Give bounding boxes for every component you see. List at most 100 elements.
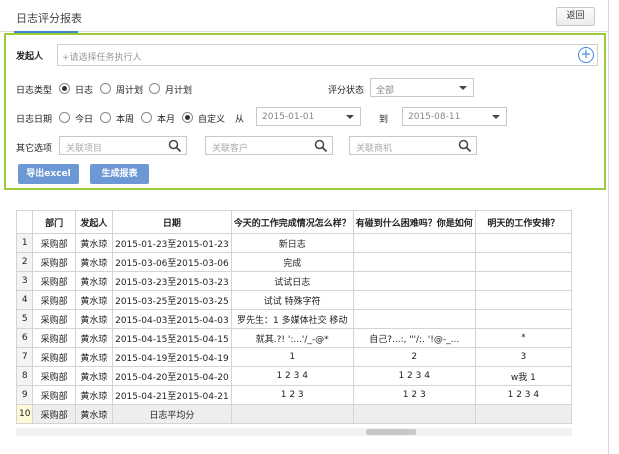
report-table: 部门 发起人 日期 今天的工作完成情况怎么样？ 有碰到什么困难吗？你是如何 明天… [16, 210, 572, 424]
table-row[interactable]: 7 采购部 黄水琼 2015-04-19至2015-04-19 1 2 3 [16, 347, 572, 367]
search-icon[interactable] [458, 139, 472, 153]
score-status-select[interactable]: 全部 [370, 78, 474, 97]
table-row[interactable]: 6 采购部 黄水琼 2015-04-15至2015-04-15 就其.?! ':...'… [16, 328, 572, 348]
table-cell: 2015-04-21至2015-04-21 [112, 385, 232, 405]
table-row[interactable]: 8 采购部 黄水琼 2015-04-20至2015-04-20 1 2 3 41 2 3… [16, 366, 572, 386]
table-cell: 黄水琼 [74, 233, 114, 253]
date-option-custom[interactable]: 自定义 [198, 112, 225, 125]
date-from-value: 2015-01-01 [262, 112, 315, 122]
table-cell [352, 252, 476, 272]
column-header[interactable]: 部门 [32, 210, 76, 234]
table-cell: 2015-04-03至2015-04-03 [112, 309, 232, 329]
table-cell [352, 290, 476, 310]
date-option-month[interactable]: 本月 [157, 112, 175, 125]
table-cell: 2015-04-19至2015-04-19 [112, 347, 232, 367]
table-row[interactable]: 3 采购部 黄水琼 2015-03-23至2015-03-23 试试日志 [16, 271, 572, 291]
log-type-option-daily[interactable]: 日志 [75, 83, 93, 96]
log-date-label: 日志日期 [16, 115, 53, 125]
opportunity-search-input[interactable]: 关联商机 [349, 136, 477, 155]
table-cell [352, 309, 476, 329]
row-number: 6 [16, 328, 34, 348]
table-cell [352, 404, 476, 424]
table-cell: 完成 [230, 252, 354, 272]
opportunity-placeholder: 关联商机 [356, 144, 393, 154]
date-to-select[interactable]: 2015-08-11 [402, 107, 507, 126]
table-cell: 1 2 3 4 [474, 385, 572, 405]
table-row[interactable]: 9 采购部 黄水琼 2015-04-21至2015-04-21 1 2 31 2 31 … [16, 385, 572, 405]
search-icon[interactable] [314, 139, 328, 153]
customer-search-input[interactable]: 关联客户 [205, 136, 333, 155]
table-row[interactable]: 2 采购部 黄水琼 2015-03-06至2015-03-06 完成 [16, 252, 572, 272]
column-header[interactable]: 日期 [112, 210, 232, 234]
header-divider [0, 31, 608, 32]
date-radio-month[interactable] [141, 112, 152, 123]
horizontal-scrollbar-thumb[interactable] [366, 429, 416, 435]
date-radio-custom[interactable] [182, 112, 193, 123]
table-cell [352, 271, 476, 291]
table-cell: 黄水琼 [74, 328, 114, 348]
date-radio-today[interactable] [59, 112, 70, 123]
initiator-label: 发起人 [16, 52, 44, 62]
table-cell [352, 233, 476, 253]
table-cell: w我 1 [474, 366, 572, 386]
row-number: 3 [16, 271, 34, 291]
table-cell: 试试日志 [230, 271, 354, 291]
column-header [16, 210, 34, 234]
table-cell: 采购部 [32, 252, 76, 272]
date-from-select[interactable]: 2015-01-01 [256, 107, 361, 126]
chevron-down-icon [492, 115, 500, 119]
table-row[interactable]: 1 采购部 黄水琼 2015-01-23至2015-01-23 新日志 [16, 233, 572, 253]
right-border [608, 0, 609, 454]
date-option-today[interactable]: 今日 [75, 112, 93, 125]
export-excel-button[interactable]: 导出excel [18, 164, 79, 184]
table-cell: 自己?...:, "'/:. '!@-_... [352, 328, 476, 348]
column-header[interactable]: 有碰到什么困难吗？你是如何 [352, 210, 476, 234]
horizontal-scrollbar[interactable] [16, 428, 572, 436]
log-type-option-weekly[interactable]: 周计划 [116, 83, 143, 96]
table-cell: 采购部 [32, 328, 76, 348]
table-summary-row[interactable]: 10 采购部 黄水琼 日志平均分 [16, 404, 572, 424]
table-cell [230, 404, 354, 424]
chevron-down-icon [459, 86, 467, 90]
table-cell: 采购部 [32, 233, 76, 253]
table-cell: 1 2 3 4 [230, 366, 354, 386]
table-cell: 采购部 [32, 404, 76, 424]
project-search-input[interactable]: 关联项目 [59, 136, 187, 155]
table-cell: 2015-03-23至2015-03-23 [112, 271, 232, 291]
table-cell: 采购部 [32, 271, 76, 291]
log-type-option-monthly[interactable]: 月计划 [165, 83, 192, 96]
table-cell: 2 [352, 347, 476, 367]
log-type-radio-monthly[interactable] [149, 83, 160, 94]
table-cell: 2015-01-23至2015-01-23 [112, 233, 232, 253]
table-cell: 1 [230, 347, 354, 367]
initiator-input[interactable]: +请选择任务执行人 + [57, 44, 598, 66]
row-number: 1 [16, 233, 34, 253]
row-number: 2 [16, 252, 34, 272]
date-radio-week[interactable] [100, 112, 111, 123]
table-row[interactable]: 5 采购部 黄水琼 2015-04-03至2015-04-03 罗先生：1 多媒体社交 … [16, 309, 572, 329]
table-cell: 2015-03-06至2015-03-06 [112, 252, 232, 272]
search-icon[interactable] [168, 139, 182, 153]
column-header[interactable]: 发起人 [74, 210, 114, 234]
log-type-radio-weekly[interactable] [100, 83, 111, 94]
add-initiator-plus-icon[interactable]: + [578, 47, 594, 63]
score-status-value: 全部 [376, 86, 395, 96]
table-cell [474, 309, 572, 329]
customer-placeholder: 关联客户 [212, 144, 249, 154]
table-cell: 3 [474, 347, 572, 367]
table-cell: 黄水琼 [74, 385, 114, 405]
log-type-radio-daily[interactable] [59, 83, 70, 94]
back-button[interactable]: 返回 [556, 7, 595, 26]
date-to-value: 2015-08-11 [408, 112, 461, 122]
row-number: 10 [16, 404, 34, 424]
table-cell: 日志平均分 [112, 404, 232, 424]
column-header[interactable]: 明天的工作安排？ [474, 210, 572, 234]
table-cell: 采购部 [32, 366, 76, 386]
table-cell: 黄水琼 [74, 252, 114, 272]
filter-panel: 发起人 +请选择任务执行人 + 日志类型 日志 周计划 月计划 评分状态 全部 … [4, 33, 606, 190]
score-status-label: 评分状态 [328, 86, 365, 96]
date-option-week[interactable]: 本周 [116, 112, 134, 125]
generate-report-button[interactable]: 生成报表 [90, 164, 149, 184]
table-row[interactable]: 4 采购部 黄水琼 2015-03-25至2015-03-25 试试 特殊字符 [16, 290, 572, 310]
column-header[interactable]: 今天的工作完成情况怎么样？ [230, 210, 354, 234]
